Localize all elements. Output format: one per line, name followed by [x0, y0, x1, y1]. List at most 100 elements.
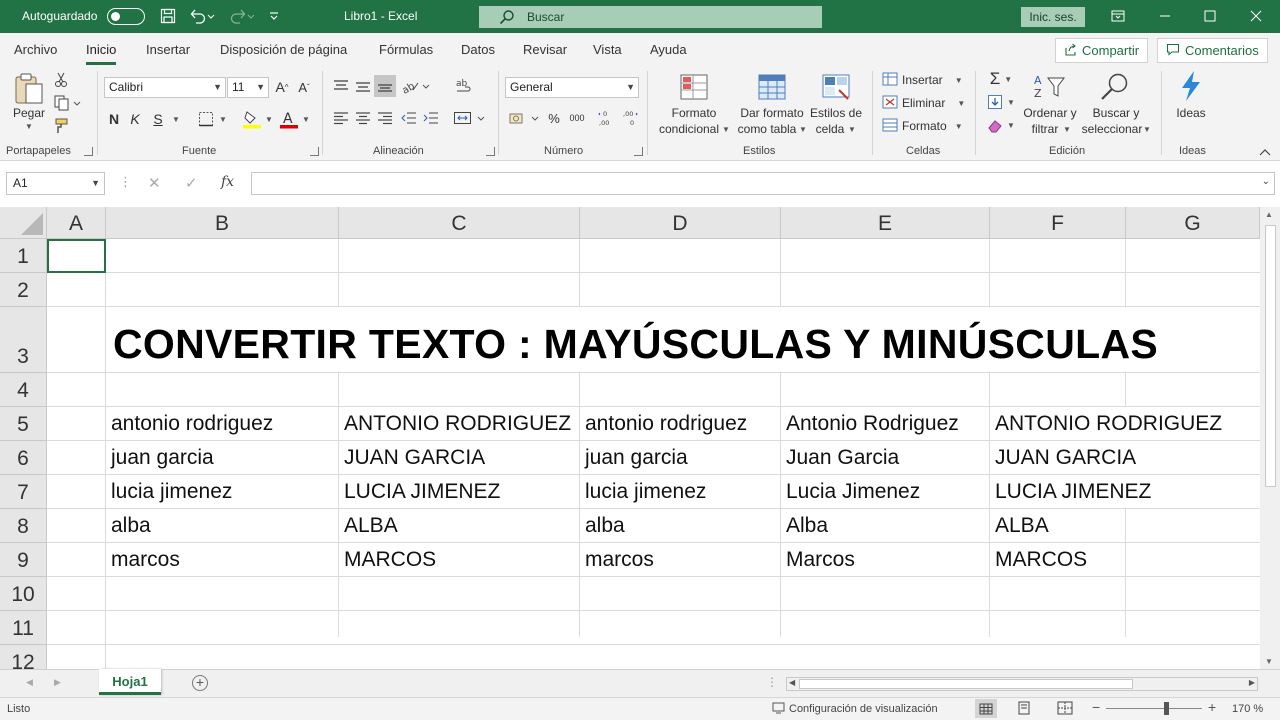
comments-button[interactable]: Comentarios [1157, 38, 1268, 63]
zoom-level[interactable]: 170 % [1232, 703, 1263, 715]
tab-split-handle[interactable]: ⋮ [766, 675, 778, 689]
merge-center-icon[interactable] [452, 109, 486, 127]
redo-icon[interactable] [228, 6, 256, 26]
sheet-tab-hoja1[interactable]: Hoja1 [99, 669, 161, 695]
font-launcher-icon[interactable] [310, 147, 319, 156]
cell-d7[interactable]: lucia jimenez [580, 475, 706, 509]
column-header-f[interactable]: F [990, 207, 1126, 239]
autosave-toggle[interactable] [107, 8, 145, 25]
tab-ayuda[interactable]: Ayuda [650, 42, 687, 57]
cell-b9[interactable]: marcos [106, 543, 180, 577]
insert-function-icon[interactable]: fx [221, 174, 234, 190]
cell-f9[interactable]: MARCOS [990, 543, 1087, 577]
horizontal-scroll-thumb[interactable] [799, 679, 1133, 689]
column-header-g[interactable]: G [1126, 207, 1260, 239]
column-header-c[interactable]: C [339, 207, 580, 239]
confirm-entry-icon[interactable]: ✓ [185, 174, 198, 192]
tab-formulas[interactable]: Fórmulas [379, 42, 433, 57]
vertical-scrollbar[interactable]: ▲ ▼ [1260, 207, 1280, 669]
shrink-font-icon[interactable]: Aˇ [294, 77, 314, 97]
chevron-down-icon[interactable]: ▼ [1063, 125, 1071, 134]
share-button[interactable]: Compartir [1055, 38, 1149, 63]
number-format-combo[interactable]: General ▼ [505, 77, 639, 98]
align-top-icon[interactable] [332, 77, 350, 95]
accounting-format-icon[interactable] [507, 109, 541, 127]
scroll-up-icon[interactable]: ▲ [1265, 210, 1273, 219]
cell-d6[interactable]: juan garcia [580, 441, 688, 475]
tab-inicio[interactable]: Inicio [86, 42, 117, 65]
spreadsheet-grid[interactable]: A B C D E F G 1 2 3 4 5 6 7 8 9 10 11 12… [0, 207, 1260, 669]
italic-button[interactable]: K [127, 109, 143, 129]
clear-icon[interactable]: ▼ [985, 115, 1017, 135]
increase-decimal-icon[interactable]: 0,00 [597, 108, 617, 128]
save-icon[interactable] [158, 6, 178, 26]
normal-view-icon[interactable] [975, 699, 997, 718]
cell-f8[interactable]: ALBA [990, 509, 1049, 543]
borders-icon[interactable] [196, 109, 216, 129]
scroll-down-icon[interactable]: ▼ [1265, 657, 1273, 666]
prev-sheet-icon[interactable]: ◀ [26, 677, 33, 688]
align-middle-icon[interactable] [354, 77, 372, 95]
cell-f6[interactable]: JUAN GARCIA [990, 441, 1136, 475]
tab-revisar[interactable]: Revisar [523, 42, 567, 57]
cell-b7[interactable]: lucia jimenez [106, 475, 232, 509]
fill-color-icon[interactable] [241, 108, 263, 130]
format-painter-icon[interactable] [52, 117, 70, 135]
cell-e8[interactable]: Alba [781, 509, 828, 543]
ribbon-display-icon[interactable] [1108, 6, 1128, 26]
row-header-6[interactable]: 6 [0, 441, 47, 475]
alignment-launcher-icon[interactable] [486, 147, 495, 156]
row-header-3[interactable]: 3 [0, 307, 47, 373]
search-box[interactable]: Buscar [479, 6, 822, 28]
number-launcher-icon[interactable] [634, 147, 643, 156]
grow-font-icon[interactable]: A ^ [272, 77, 292, 97]
align-bottom-icon[interactable] [374, 75, 396, 97]
column-header-e[interactable]: E [781, 207, 990, 239]
tab-insertar[interactable]: Insertar [146, 42, 190, 57]
cell-c8[interactable]: ALBA [339, 509, 398, 543]
cell-styles-label-1[interactable]: Estilos de [806, 105, 866, 121]
cell-b3-title[interactable]: CONVERTIR TEXTO : MAYÚSCULAS Y MINÚSCULA… [106, 321, 1158, 368]
select-all-corner[interactable] [0, 207, 47, 239]
orientation-icon[interactable]: ab [400, 77, 432, 95]
zoom-in-icon[interactable]: + [1208, 699, 1216, 715]
copy-icon[interactable] [52, 94, 82, 112]
autosum-icon[interactable]: Σ ▼ [985, 69, 1017, 89]
underline-button[interactable]: S [150, 109, 166, 129]
next-sheet-icon[interactable]: ▶ [54, 677, 61, 688]
format-as-table-icon[interactable] [756, 71, 788, 103]
row-header-12[interactable]: 12 [0, 645, 47, 669]
conditional-format-label-2[interactable]: condicional [654, 121, 724, 137]
row-header-11[interactable]: 11 [0, 611, 47, 645]
format-as-table-label-2[interactable]: como tabla [734, 121, 800, 137]
row-header-9[interactable]: 9 [0, 543, 47, 577]
cancel-entry-icon[interactable]: ✕ [148, 174, 161, 192]
column-header-d[interactable]: D [580, 207, 781, 239]
cell-e7[interactable]: Lucia Jimenez [781, 475, 920, 509]
chevron-down-icon[interactable]: ▼ [848, 125, 856, 134]
column-header-a[interactable]: A [47, 207, 106, 239]
row-header-7[interactable]: 7 [0, 475, 47, 509]
tab-archivo[interactable]: Archivo [14, 42, 57, 57]
paste-label[interactable]: Pegar [8, 105, 50, 121]
tab-vista[interactable]: Vista [593, 42, 622, 57]
cell-e9[interactable]: Marcos [781, 543, 855, 577]
format-as-table-label-1[interactable]: Dar formato [734, 105, 810, 121]
wrap-text-icon[interactable]: ab [454, 77, 474, 97]
minimize-icon[interactable] [1155, 6, 1175, 26]
cell-styles-label-2[interactable]: celda [806, 121, 854, 137]
name-box[interactable]: A1 ▼ [6, 172, 105, 195]
column-header-b[interactable]: B [106, 207, 339, 239]
decrease-decimal-icon[interactable]: ,00 0 [620, 108, 640, 128]
bold-button[interactable]: N [106, 109, 122, 129]
align-right-icon[interactable] [376, 109, 394, 127]
undo-icon[interactable] [188, 6, 216, 26]
row-header-4[interactable]: 4 [0, 373, 47, 407]
cell-c5[interactable]: ANTONIO RODRIGUEZ [339, 407, 571, 441]
display-settings-label[interactable]: Configuración de visualización [789, 703, 938, 715]
row-header-2[interactable]: 2 [0, 273, 47, 307]
borders-dropdown-icon[interactable]: ▼ [219, 115, 227, 124]
font-name-combo[interactable]: Calibri ▼ [104, 77, 226, 98]
lightning-icon[interactable] [1176, 69, 1206, 103]
paste-dropdown-icon[interactable]: ▼ [25, 122, 33, 131]
